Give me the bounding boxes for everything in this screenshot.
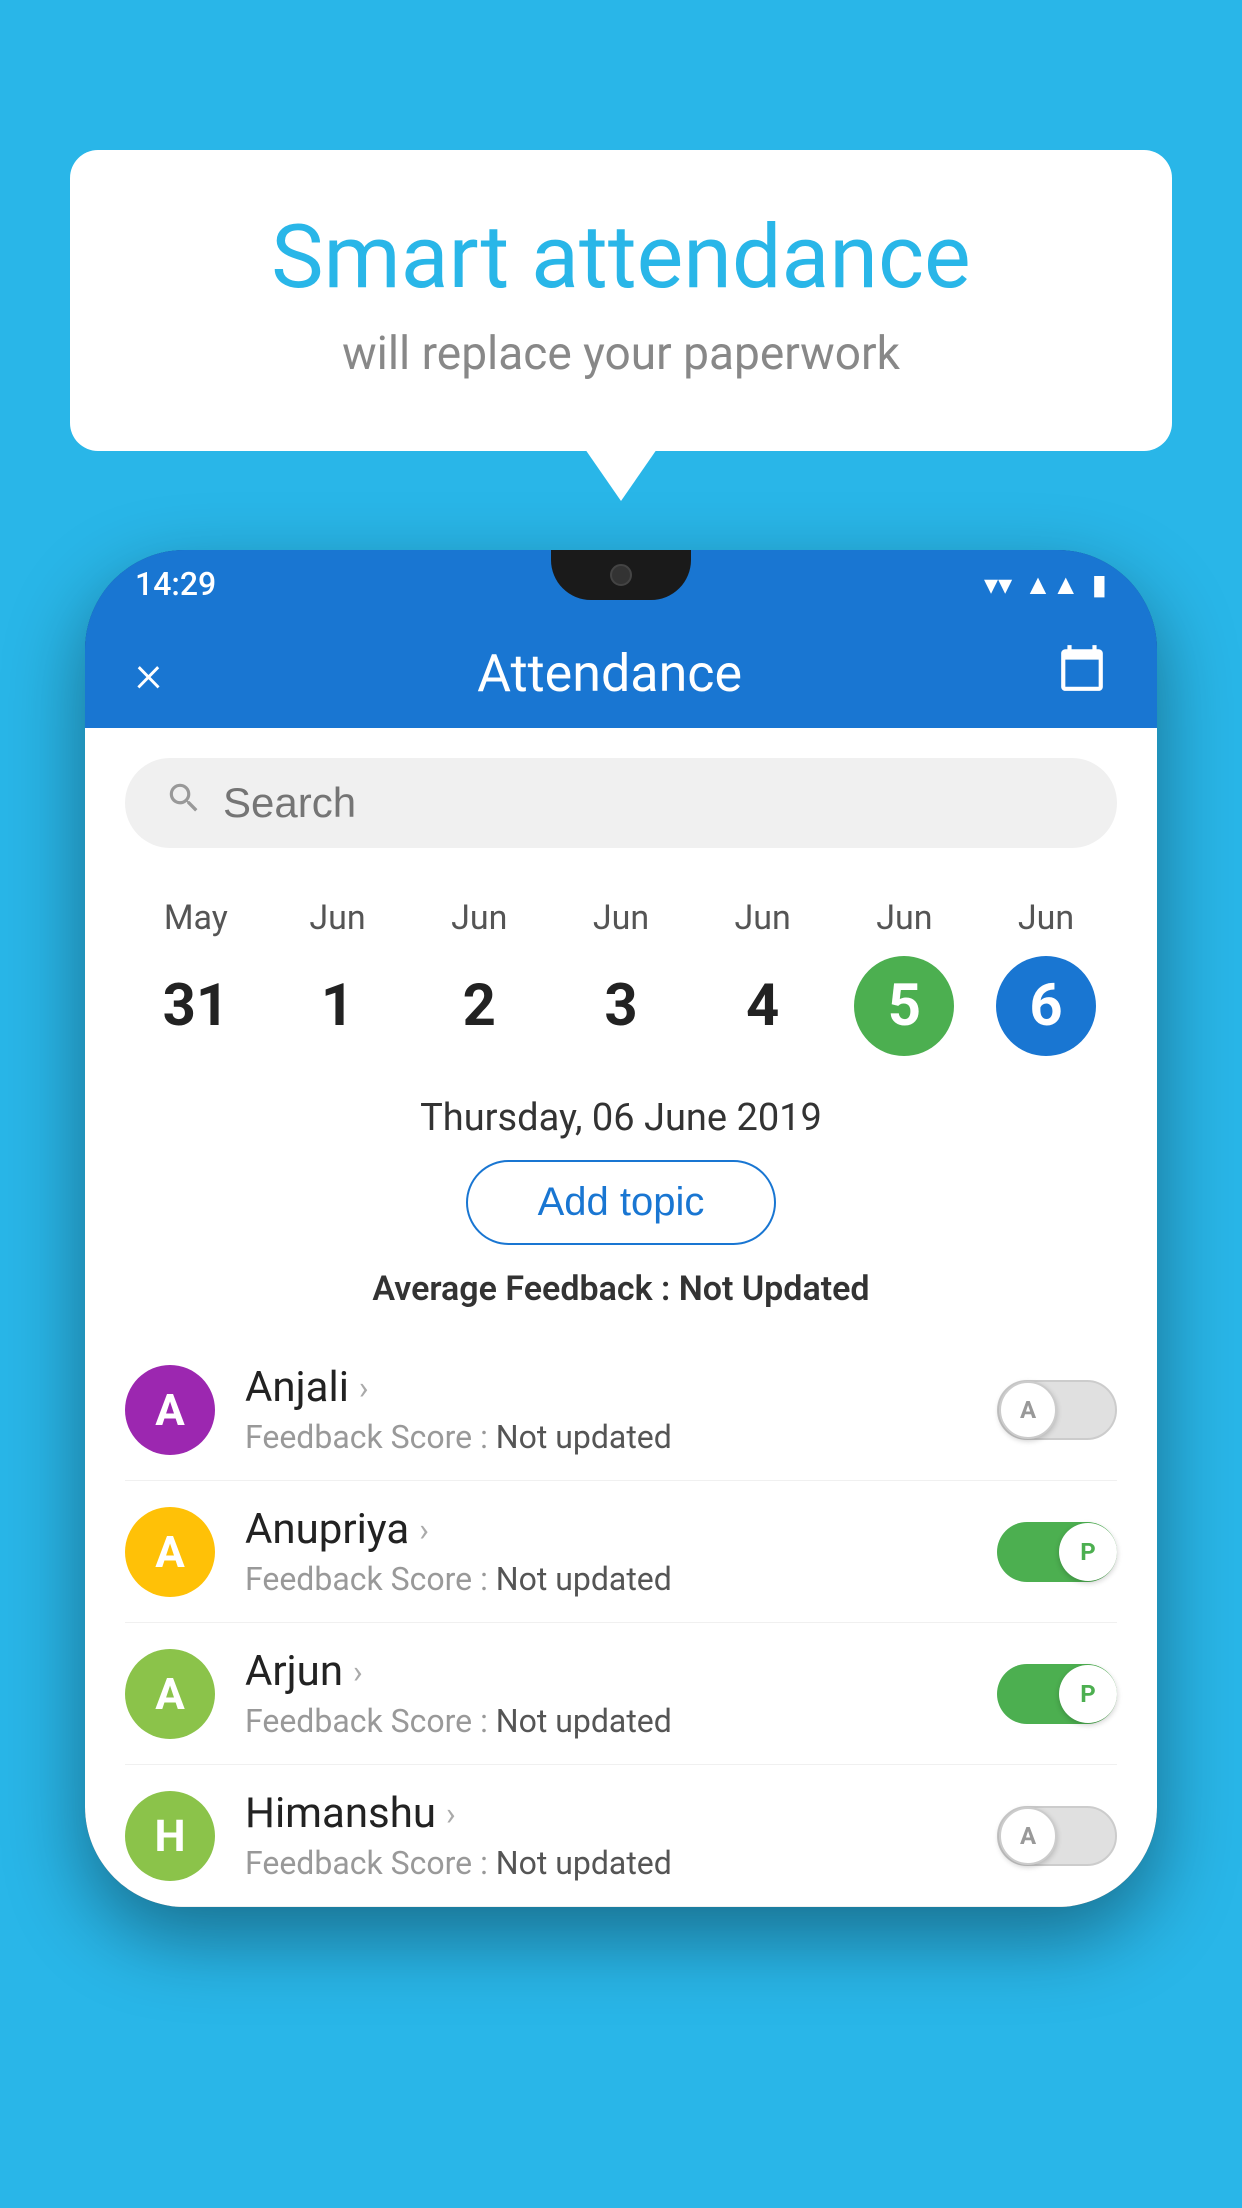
cal-month-label: Jun [876, 898, 932, 938]
cal-day-num[interactable]: 4 [713, 956, 813, 1056]
content-area: May 31 Jun 1 Jun 2 Jun 3 Jun 4 Jun 5 Jun 6 Thursday, … [85, 728, 1157, 1907]
student-item-1[interactable]: A Anupriya › Feedback Score : Not updated P [125, 1481, 1117, 1623]
calendar-day-6[interactable]: Jun 6 [986, 898, 1106, 1056]
avatar-1: A [125, 1507, 215, 1597]
app-bar-title: Attendance [202, 643, 1017, 704]
calendar-day-0[interactable]: May 31 [136, 898, 256, 1056]
chevron-icon: › [359, 1369, 369, 1407]
feedback-score-0: Feedback Score : Not updated [245, 1418, 967, 1456]
avg-feedback-label: Average Feedback : [372, 1269, 670, 1309]
student-info-3: Himanshu › Feedback Score : Not updated [245, 1789, 967, 1882]
toggle-knob-1: P [1059, 1523, 1117, 1581]
chevron-icon: › [353, 1653, 363, 1691]
cal-day-num[interactable]: 3 [571, 956, 671, 1056]
calendar-day-4[interactable]: Jun 4 [703, 898, 823, 1056]
cal-month-label: Jun [1018, 898, 1074, 938]
calendar-day-1[interactable]: Jun 1 [278, 898, 398, 1056]
add-topic-button[interactable]: Add topic [466, 1160, 777, 1245]
cal-month-label: Jun [593, 898, 649, 938]
feedback-score-3: Feedback Score : Not updated [245, 1844, 967, 1882]
cal-month-label: Jun [735, 898, 791, 938]
close-button[interactable]: × [135, 643, 162, 704]
speech-bubble: Smart attendance will replace your paper… [70, 150, 1172, 451]
feedback-score-2: Feedback Score : Not updated [245, 1702, 967, 1740]
attendance-toggle-1[interactable]: P [997, 1522, 1117, 1582]
avatar-0: A [125, 1365, 215, 1455]
toggle-knob-3: A [999, 1807, 1057, 1865]
signal-icon: ▲▲ [1024, 568, 1079, 601]
speech-bubble-container: Smart attendance will replace your paper… [70, 150, 1172, 451]
avg-feedback-value: Not Updated [679, 1269, 870, 1309]
calendar-strip: May 31 Jun 1 Jun 2 Jun 3 Jun 4 Jun 5 Jun 6 [125, 878, 1117, 1086]
student-name-0: Anjali › [245, 1363, 967, 1412]
phone-screen: 14:29 ▾▾ ▲▲ ▮ × Attendance [85, 550, 1157, 1907]
search-input[interactable] [223, 779, 1077, 827]
cal-month-label: Jun [451, 898, 507, 938]
student-item-2[interactable]: A Arjun › Feedback Score : Not updated P [125, 1623, 1117, 1765]
speech-bubble-title: Smart attendance [150, 210, 1092, 307]
cal-day-num[interactable]: 5 [854, 956, 954, 1056]
student-info-2: Arjun › Feedback Score : Not updated [245, 1647, 967, 1740]
cal-day-num[interactable]: 1 [288, 956, 388, 1056]
speech-bubble-subtitle: will replace your paperwork [150, 327, 1092, 381]
calendar-day-5[interactable]: Jun 5 [844, 898, 964, 1056]
student-list: AAnjali ›Feedback Score : Not updatedAAA… [125, 1339, 1117, 1907]
calendar-day-3[interactable]: Jun 3 [561, 898, 681, 1056]
avg-feedback: Average Feedback : Not Updated [125, 1269, 1117, 1309]
cal-day-num[interactable]: 2 [429, 956, 529, 1056]
cal-day-num[interactable]: 6 [996, 956, 1096, 1056]
student-name-2: Arjun › [245, 1647, 967, 1696]
student-item-3[interactable]: H Himanshu › Feedback Score : Not updated A [125, 1765, 1117, 1907]
attendance-toggle-3[interactable]: A [997, 1806, 1117, 1866]
selected-date: Thursday, 06 June 2019 [125, 1096, 1117, 1140]
phone-frame: 14:29 ▾▾ ▲▲ ▮ × Attendance [85, 550, 1157, 1907]
calendar-day-2[interactable]: Jun 2 [419, 898, 539, 1056]
phone-notch [551, 550, 691, 600]
cal-day-num[interactable]: 31 [146, 956, 246, 1056]
app-bar: × Attendance [85, 618, 1157, 728]
calendar-icon[interactable] [1057, 643, 1107, 704]
cal-month-label: Jun [309, 898, 365, 938]
attendance-toggle-0[interactable]: A [997, 1380, 1117, 1440]
status-time: 14:29 [135, 565, 216, 603]
chevron-icon: › [446, 1795, 456, 1833]
student-item-0[interactable]: A Anjali › Feedback Score : Not updated A [125, 1339, 1117, 1481]
cal-month-label: May [164, 898, 228, 938]
toggle-knob-2: P [1059, 1665, 1117, 1723]
toggle-knob-0: A [999, 1381, 1057, 1439]
search-bar[interactable] [125, 758, 1117, 848]
battery-icon: ▮ [1092, 568, 1107, 601]
status-icons: ▾▾ ▲▲ ▮ [984, 568, 1107, 601]
student-info-0: Anjali › Feedback Score : Not updated [245, 1363, 967, 1456]
attendance-toggle-2[interactable]: P [997, 1664, 1117, 1724]
feedback-score-1: Feedback Score : Not updated [245, 1560, 967, 1598]
wifi-icon: ▾▾ [984, 568, 1012, 601]
student-name-3: Himanshu › [245, 1789, 967, 1838]
student-info-1: Anupriya › Feedback Score : Not updated [245, 1505, 967, 1598]
chevron-icon: › [419, 1511, 429, 1549]
avatar-2: A [125, 1649, 215, 1739]
student-name-1: Anupriya › [245, 1505, 967, 1554]
front-camera [610, 564, 632, 586]
search-icon [165, 779, 203, 827]
avatar-3: H [125, 1791, 215, 1881]
phone-body: 14:29 ▾▾ ▲▲ ▮ × Attendance [85, 550, 1157, 1907]
